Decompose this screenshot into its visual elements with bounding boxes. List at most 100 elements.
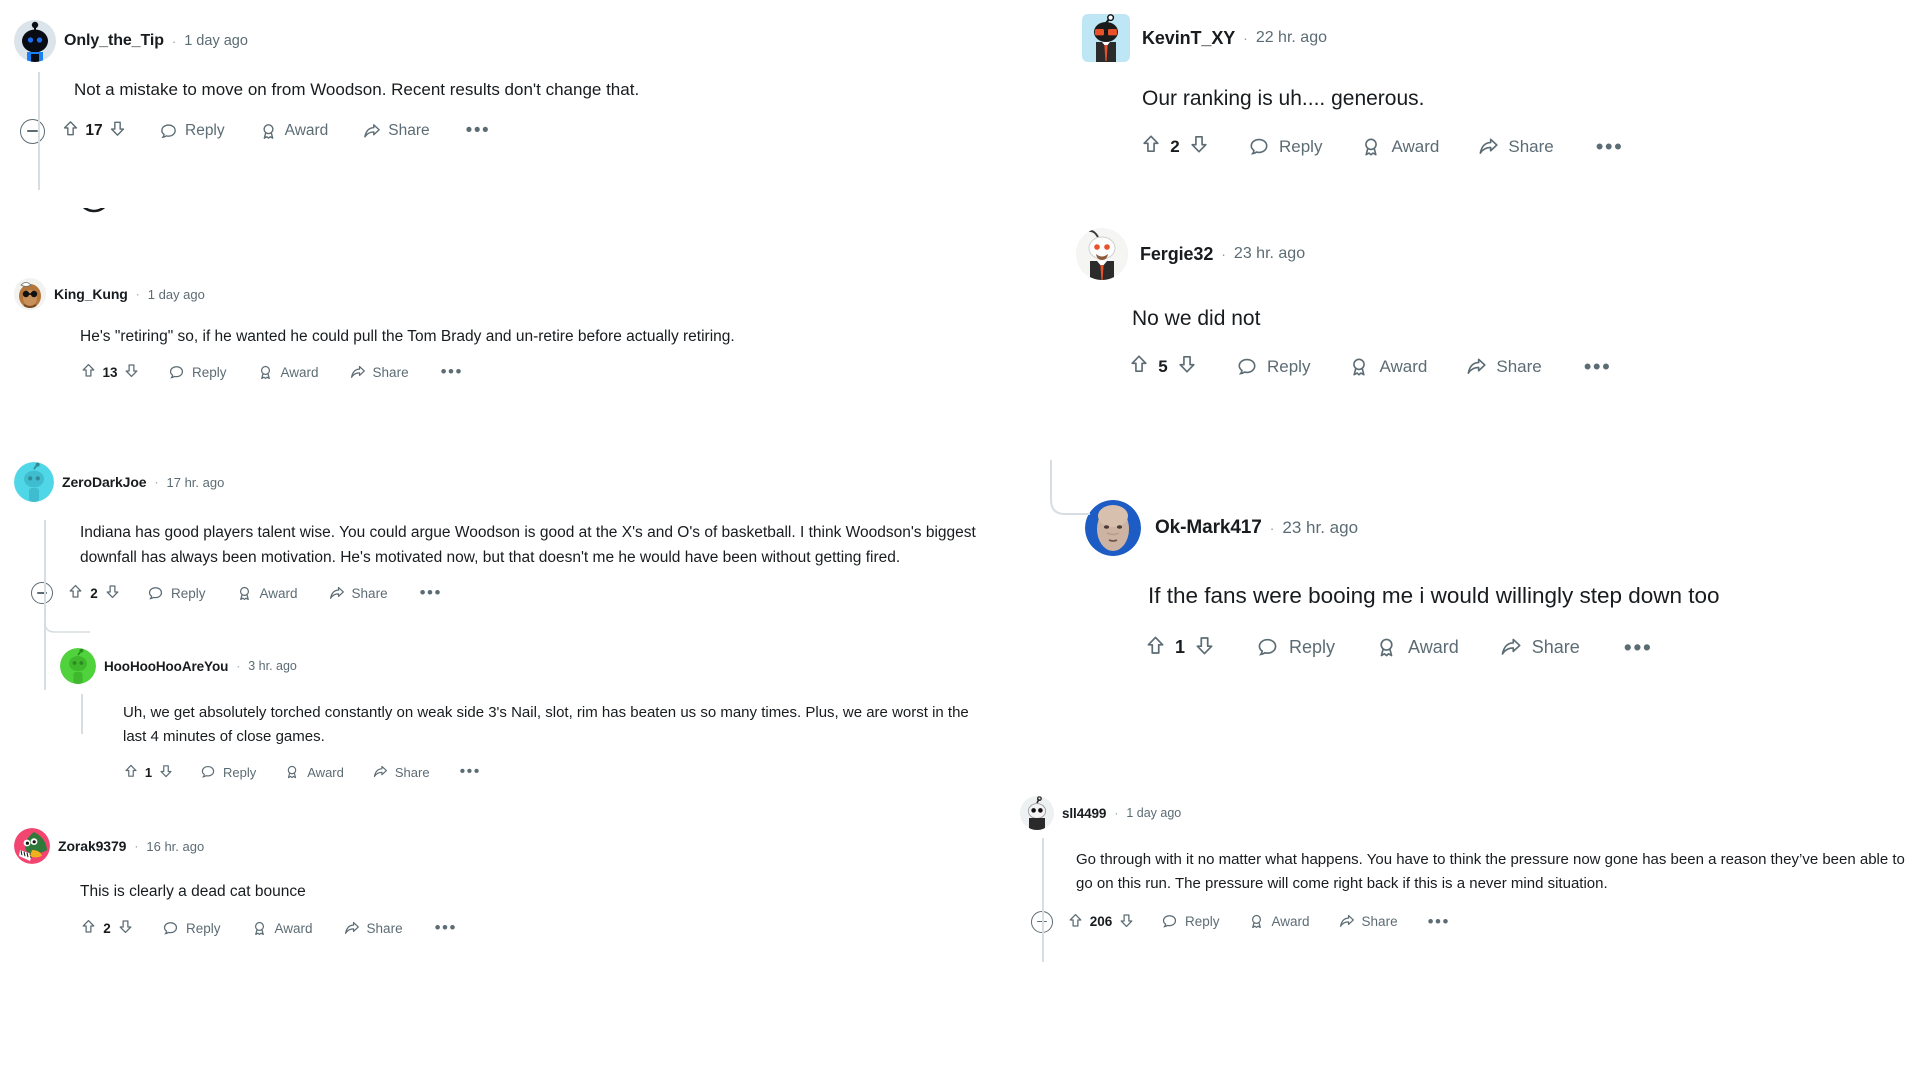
comment-header: King_Kung · 1 day ago <box>14 278 974 310</box>
comment-author[interactable]: KevinT_XY <box>1142 28 1235 49</box>
comment-actions: 2 Reply Award Share ••• <box>1140 133 1912 160</box>
share-button[interactable]: Share <box>1499 636 1580 659</box>
vote-group: 206 <box>1067 912 1135 932</box>
downvote-icon[interactable] <box>158 763 174 782</box>
share-button[interactable]: Share <box>349 364 409 381</box>
avatar[interactable] <box>14 462 54 502</box>
comment-author[interactable]: Ok-Mark417 <box>1155 517 1262 539</box>
overflow-menu-icon[interactable]: ••• <box>1428 912 1450 929</box>
share-label: Share <box>366 920 403 936</box>
overflow-menu-icon[interactable]: ••• <box>1624 635 1653 658</box>
overflow-menu-icon[interactable]: ••• <box>435 919 457 936</box>
overflow-menu-icon[interactable]: ••• <box>1584 356 1612 378</box>
comment-body: This is clearly a dead cat bounce <box>80 883 306 900</box>
downvote-icon[interactable] <box>123 362 140 382</box>
share-button[interactable]: Share <box>343 920 403 937</box>
share-button[interactable]: Share <box>1338 913 1398 930</box>
reply-button[interactable]: Reply <box>200 764 256 780</box>
downvote-icon[interactable] <box>1176 353 1198 380</box>
comments-page: Only_the_Tip · 1 day ago Not a mistake t… <box>0 0 1920 1080</box>
award-button[interactable]: Award <box>251 920 313 937</box>
share-button[interactable]: Share <box>372 764 430 780</box>
reply-button[interactable]: Reply <box>159 122 225 141</box>
reply-button[interactable]: Reply <box>162 920 221 937</box>
downvote-icon[interactable] <box>108 119 127 143</box>
comment-author[interactable]: King_Kung <box>54 286 128 302</box>
thread-rail[interactable] <box>1042 838 1044 962</box>
speech-bubble-icon <box>1161 913 1178 930</box>
award-button[interactable]: Award <box>284 764 344 780</box>
comment-body: No we did not <box>1132 307 1261 330</box>
downvote-icon[interactable] <box>1188 133 1210 160</box>
award-button[interactable]: Award <box>1375 636 1459 659</box>
upvote-icon[interactable] <box>80 918 97 938</box>
overflow-menu-icon[interactable]: ••• <box>441 363 463 380</box>
avatar[interactable] <box>14 828 50 864</box>
upvote-icon[interactable] <box>1144 634 1167 662</box>
comment-actions: 206 Reply Award Share ••• <box>1031 910 1920 933</box>
share-arrow-icon <box>1465 356 1487 378</box>
comment-hoohoohooareyou: HooHooHooAreYou · 3 hr. ago Uh, we get a… <box>60 648 1000 782</box>
reply-label: Reply <box>1289 637 1336 657</box>
thread-rail[interactable] <box>81 694 83 734</box>
speech-bubble-icon <box>1256 636 1279 659</box>
overflow-menu-icon[interactable]: ••• <box>460 764 481 779</box>
upvote-icon[interactable] <box>1140 133 1162 160</box>
avatar[interactable] <box>60 648 96 684</box>
avatar[interactable] <box>1085 500 1141 556</box>
speech-bubble-icon <box>162 920 179 937</box>
share-button[interactable]: Share <box>1465 356 1542 378</box>
comment-king-kung: King_Kung · 1 day ago He's "retiring" so… <box>14 278 974 382</box>
comment-author[interactable]: Zorak9379 <box>58 838 126 854</box>
reply-label: Reply <box>1267 356 1311 376</box>
downvote-icon[interactable] <box>104 583 121 603</box>
reply-button[interactable]: Reply <box>147 585 206 602</box>
overflow-menu-icon[interactable]: ••• <box>466 121 490 141</box>
comment-zorak9379: Zorak9379 · 16 hr. ago This is clearly a… <box>14 828 914 938</box>
award-button[interactable]: Award <box>1248 913 1310 930</box>
comment-author[interactable]: Only_the_Tip <box>64 32 164 50</box>
overflow-menu-icon[interactable]: ••• <box>1596 136 1624 158</box>
reply-button[interactable]: Reply <box>1256 636 1335 659</box>
award-button[interactable]: Award <box>259 122 328 141</box>
reply-button[interactable]: Reply <box>1248 136 1322 158</box>
meta-separator: · <box>1269 520 1275 536</box>
avatar[interactable] <box>1020 796 1054 830</box>
award-button[interactable]: Award <box>257 364 319 381</box>
share-arrow-icon <box>343 920 360 937</box>
reply-button[interactable]: Reply <box>1236 356 1310 378</box>
upvote-icon[interactable] <box>1128 353 1150 380</box>
comment-author[interactable]: Fergie32 <box>1140 244 1213 265</box>
comment-body: Indiana has good players talent wise. Yo… <box>80 524 976 567</box>
award-button[interactable]: Award <box>1348 356 1427 378</box>
downvote-icon[interactable] <box>117 918 134 938</box>
comment-author[interactable]: sll4499 <box>1062 806 1106 821</box>
share-button[interactable]: Share <box>328 585 388 602</box>
avatar[interactable] <box>14 20 56 62</box>
overflow-menu-icon[interactable]: ••• <box>420 584 442 601</box>
downvote-icon[interactable] <box>1118 912 1135 932</box>
avatar[interactable] <box>1082 14 1130 62</box>
reply-button[interactable]: Reply <box>168 364 227 381</box>
meta-separator: · <box>1243 30 1248 46</box>
collapse-button[interactable] <box>20 118 45 144</box>
comment-author[interactable]: ZeroDarkJoe <box>62 474 147 490</box>
vote-group: 2 <box>80 918 134 938</box>
avatar[interactable] <box>1076 228 1128 280</box>
share-button[interactable]: Share <box>1477 136 1554 158</box>
upvote-icon[interactable] <box>61 119 80 143</box>
share-button[interactable]: Share <box>362 122 430 141</box>
downvote-icon[interactable] <box>1193 634 1216 662</box>
upvote-icon[interactable] <box>1067 912 1084 932</box>
speech-bubble-icon <box>1236 356 1258 378</box>
comment-author[interactable]: HooHooHooAreYou <box>104 659 228 674</box>
avatar[interactable] <box>14 278 46 310</box>
upvote-icon[interactable] <box>80 362 97 382</box>
award-button[interactable]: Award <box>1360 136 1439 158</box>
thread-rail[interactable] <box>38 72 40 190</box>
award-button[interactable]: Award <box>236 585 298 602</box>
upvote-icon[interactable] <box>123 763 139 782</box>
comment-header: Fergie32 · 23 hr. ago <box>1076 228 1906 280</box>
reply-button[interactable]: Reply <box>1161 913 1220 930</box>
reply-label: Reply <box>185 122 225 140</box>
